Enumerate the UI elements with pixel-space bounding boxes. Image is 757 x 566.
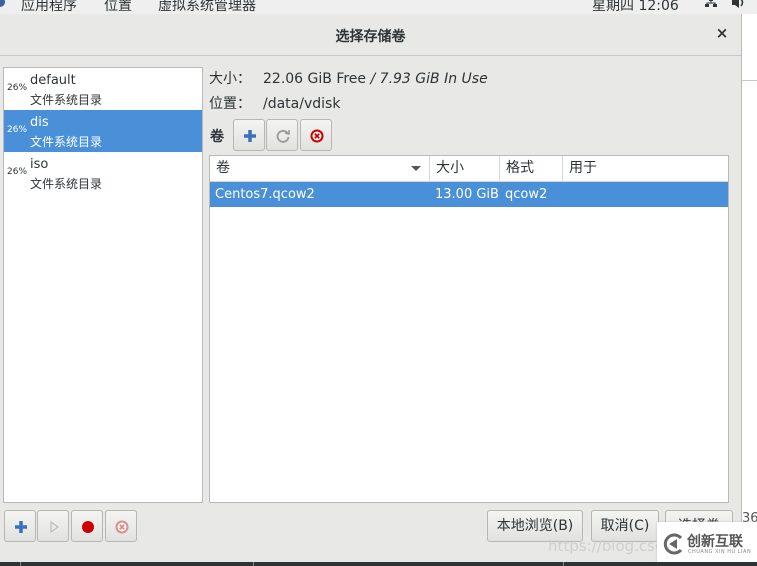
pool-name: default — [30, 73, 76, 88]
clock[interactable]: 星期四 12:06 — [592, 0, 679, 14]
app-name-menu[interactable]: 虚拟系统管理器 — [158, 0, 256, 14]
volume-format: qcow2 — [505, 187, 548, 202]
pool-usage: 26% — [7, 167, 28, 177]
pool-location-info: 位置： /data/vdisk — [209, 93, 340, 113]
column-label: 格式 — [506, 160, 534, 176]
delete-volume-button[interactable] — [300, 119, 332, 151]
add-pool-button[interactable] — [4, 510, 36, 542]
volume-icon[interactable] — [731, 0, 745, 8]
taskbar-segment[interactable] — [20, 562, 254, 566]
choose-volume-dialog: 选择存储卷 × 26% default 文件系统目录 26% dis 文件系统目… — [0, 14, 742, 562]
logo-text: 创新互联 — [687, 534, 743, 550]
pool-size-info: 大小： 22.06 GiB Free / 7.93 GiB In Use — [209, 68, 488, 88]
size-separator: / — [366, 71, 380, 87]
applications-menu[interactable]: 应用程序 — [21, 0, 77, 14]
pool-name: iso — [30, 157, 49, 172]
app-menu-icon — [0, 0, 5, 7]
pool-item-dis[interactable]: 26% dis 文件系统目录 — [4, 110, 202, 152]
location-label: 位置： — [209, 96, 251, 112]
pool-name: dis — [30, 115, 49, 130]
table-row[interactable]: Centos7.qcow2 13.00 GiB qcow2 — [210, 182, 728, 207]
places-menu[interactable]: 位置 — [104, 0, 132, 14]
taskbar-segment[interactable] — [253, 562, 564, 566]
volume-name: Centos7.qcow2 — [215, 187, 315, 202]
background-window: 36 — [741, 14, 757, 566]
start-pool-button[interactable] — [37, 510, 69, 542]
storage-pool-list[interactable]: 26% default 文件系统目录 26% dis 文件系统目录 26% is… — [3, 67, 203, 503]
pool-item-iso[interactable]: 26% iso 文件系统目录 — [4, 152, 202, 194]
play-icon — [50, 520, 60, 534]
dialog-titlebar: 选择存储卷 × — [0, 14, 741, 56]
dialog-title: 选择存储卷 — [335, 29, 406, 45]
size-free: 22.06 GiB Free — [263, 71, 367, 87]
column-header-format[interactable]: 格式 — [500, 156, 563, 181]
delete-icon — [310, 129, 324, 143]
column-label: 大小 — [436, 160, 464, 176]
logo-subtext: CHUANG XIN HU LIAN — [688, 549, 752, 555]
bottom-taskbar — [0, 562, 757, 566]
record-icon — [82, 521, 94, 533]
pool-type: 文件系统目录 — [30, 135, 103, 149]
pool-usage: 26% — [7, 83, 28, 93]
pool-type: 文件系统目录 — [30, 177, 103, 191]
column-header-size[interactable]: 大小 — [430, 156, 500, 181]
delete-pool-button[interactable] — [105, 510, 137, 542]
column-header-used-by[interactable]: 用于 — [563, 156, 728, 181]
volume-size: 13.00 GiB — [435, 187, 499, 202]
background-divider — [742, 80, 757, 81]
pool-usage: 26% — [7, 125, 28, 135]
volumes-label: 卷 — [210, 129, 224, 145]
column-label: 用于 — [569, 160, 597, 176]
volume-table-header: 卷 大小 格式 用于 — [210, 156, 728, 182]
plus-icon — [15, 521, 27, 533]
column-label: 卷 — [216, 160, 230, 176]
column-header-volume[interactable]: 卷 — [210, 156, 430, 181]
refresh-icon — [276, 130, 290, 143]
site-logo: 创新互联 CHUANG XIN HU LIAN — [657, 522, 757, 566]
top-panel: 应用程序 位置 虚拟系统管理器 星期四 12:06 — [0, 0, 757, 14]
volume-table[interactable]: 卷 大小 格式 用于 Centos7.qcow2 13.00 GiB qcow2 — [209, 155, 729, 503]
stop-pool-button[interactable] — [71, 510, 103, 542]
logo-mark-icon — [663, 533, 683, 555]
refresh-volumes-button[interactable] — [266, 119, 298, 151]
close-button[interactable]: × — [713, 24, 731, 42]
plus-icon — [244, 130, 256, 142]
close-icon: × — [715, 24, 729, 42]
network-icon[interactable] — [704, 0, 718, 8]
watermark-text: https://blog.csd — [548, 537, 665, 555]
location-value: /data/vdisk — [263, 96, 341, 112]
volume-used-by — [563, 182, 568, 207]
pool-type: 文件系统目录 — [30, 93, 103, 107]
add-volume-button[interactable] — [233, 119, 265, 151]
delete-icon — [115, 520, 129, 534]
pool-item-default[interactable]: 26% default 文件系统目录 — [4, 68, 202, 110]
sort-down-icon — [411, 166, 421, 171]
taskbar-segment[interactable] — [0, 562, 21, 566]
size-used: 7.93 GiB In Use — [379, 71, 488, 87]
size-label: 大小： — [209, 71, 251, 87]
